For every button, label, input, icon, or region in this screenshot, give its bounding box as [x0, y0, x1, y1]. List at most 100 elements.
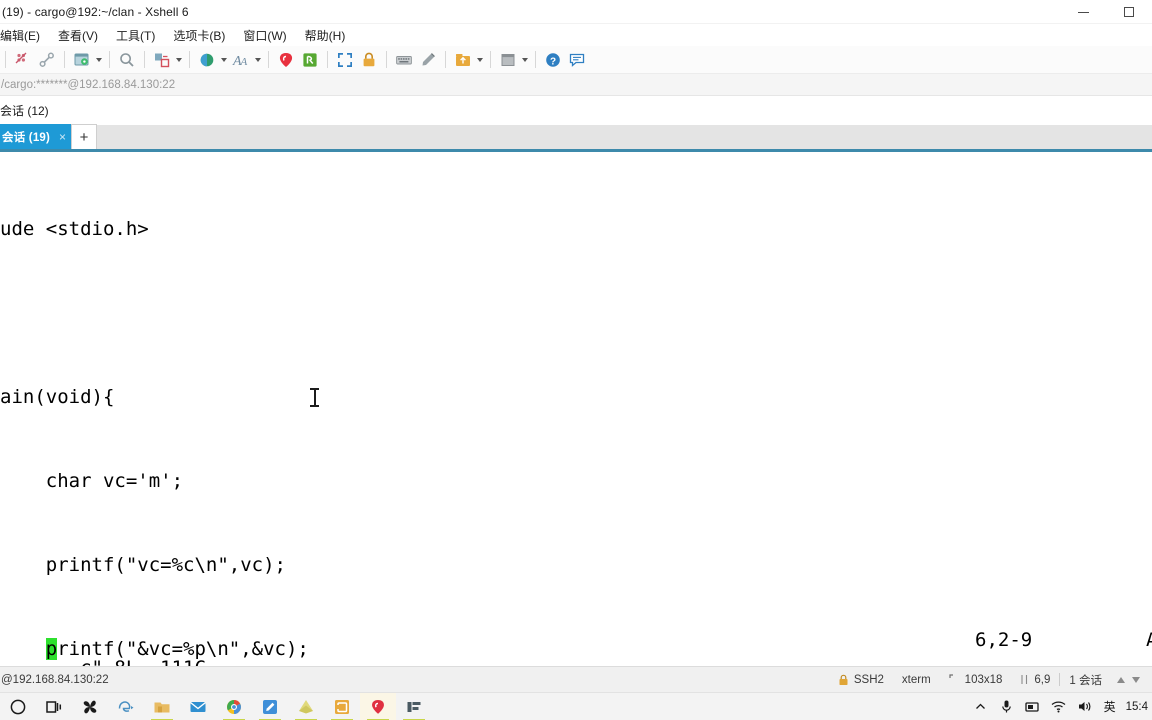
status-host: @192.168.84.130:22 [1, 673, 109, 686]
terminal-line: ude <stdio.h> [0, 218, 149, 240]
toolbar-separator [268, 51, 269, 68]
open-folder-button[interactable] [70, 48, 94, 72]
taskbar-app-notes[interactable] [288, 693, 324, 720]
toolbar: A A ? [0, 46, 1152, 74]
link-button[interactable] [35, 48, 59, 72]
tab-session-19[interactable]: 会话 (19) × [0, 124, 72, 149]
title-bar: (19) - cargo@192:~/clan - Xshell 6 [0, 0, 1152, 24]
transfer-dropdown-arrow[interactable] [176, 57, 182, 62]
wifi-icon [1051, 701, 1066, 713]
toolbar-separator [109, 51, 110, 68]
find-button[interactable] [115, 48, 139, 72]
tablet-mode-button[interactable] [1020, 693, 1046, 720]
clock[interactable]: 15:4 [1122, 701, 1148, 713]
note-icon [263, 699, 277, 714]
upload-button[interactable] [451, 48, 475, 72]
upload-icon [456, 53, 470, 66]
tab-bar: 会话 (19) × + [0, 124, 1152, 152]
windows-start-icon [10, 699, 26, 714]
status-right-group: SSH2 xterm 103x18 6,9 1 会话 [829, 672, 1152, 688]
vm-icon [335, 699, 349, 714]
font-dropdown-arrow[interactable] [255, 57, 261, 62]
taskbar-app-xshell[interactable] [360, 692, 396, 720]
taskbar-app-editor[interactable] [252, 693, 288, 720]
status-size: 103x18 [940, 674, 1012, 686]
toolbar-separator [327, 51, 328, 68]
status-scroll-arrows[interactable] [1111, 676, 1146, 683]
keyboard-button[interactable] [392, 48, 416, 72]
log-icon [279, 52, 293, 67]
globe-button[interactable] [195, 48, 219, 72]
address-bar[interactable]: /cargo:*******@192.168.84.130:22 [0, 74, 1152, 96]
layout-button[interactable] [496, 48, 520, 72]
taskbar-app-search[interactable] [72, 693, 108, 720]
menu-window[interactable]: 窗口(W) [234, 25, 295, 46]
highlight-button[interactable] [416, 48, 440, 72]
toolbar-separator [535, 51, 536, 68]
wifi-button[interactable] [1046, 693, 1072, 720]
taskbar-app-mail[interactable] [180, 693, 216, 720]
new-session-button[interactable] [11, 48, 35, 72]
terminal-line: char vc='m'; [0, 470, 184, 492]
chat-button[interactable] [565, 48, 589, 72]
chevron-down-icon[interactable] [1132, 676, 1140, 683]
svg-text:?: ? [550, 56, 556, 67]
menu-help[interactable]: 帮助(H) [296, 25, 355, 46]
taskbar-app-explorer[interactable] [144, 693, 180, 720]
taskbar-app-edge[interactable] [108, 693, 144, 720]
link-icon [39, 52, 54, 67]
new-tab-button[interactable]: + [71, 124, 98, 149]
microphone-button[interactable] [994, 693, 1020, 720]
maximize-button[interactable] [1106, 0, 1152, 24]
taskbar-app-vmware[interactable] [324, 693, 360, 720]
open-folder-dropdown-arrow[interactable] [96, 57, 102, 62]
microphone-icon [1002, 700, 1011, 713]
font-button[interactable]: A A [229, 48, 253, 72]
chevron-up-icon[interactable] [1117, 676, 1125, 683]
font-icon: A A [232, 54, 248, 69]
upload-dropdown-arrow[interactable] [477, 57, 483, 62]
open-folder-icon [74, 53, 89, 65]
highlight-icon [422, 52, 435, 65]
taskbar-app-chrome[interactable] [216, 693, 252, 720]
screen-size-icon [949, 674, 953, 678]
help-button[interactable]: ? [541, 48, 565, 72]
windows-taskbar: 英 15:4 [0, 692, 1152, 720]
show-hidden-icons-button[interactable] [968, 693, 994, 720]
start-button[interactable] [0, 693, 36, 720]
menu-tools[interactable]: 工具(T) [107, 25, 164, 46]
new-session-icon [15, 52, 27, 63]
edge-icon [118, 700, 134, 712]
fullscreen-icon [338, 52, 352, 67]
menu-view[interactable]: 查看(V) [49, 25, 107, 46]
svg-text:A: A [240, 56, 248, 68]
status-position-label: 6,9 [1034, 673, 1051, 686]
menu-edit[interactable]: 编辑(E) [0, 25, 49, 46]
fullscreen-button[interactable] [333, 48, 357, 72]
minimize-button[interactable] [1060, 0, 1106, 24]
transfer-button[interactable] [150, 48, 174, 72]
layout-dropdown-arrow[interactable] [522, 57, 528, 62]
toolbar-separator [386, 51, 387, 68]
paper-icon [299, 699, 313, 713]
lock-button[interactable] [357, 48, 381, 72]
xshell-icon [372, 699, 384, 714]
toolbar-separator [189, 51, 190, 68]
task-view-button[interactable] [36, 693, 72, 720]
ime-indicator[interactable]: 英 [1098, 698, 1122, 715]
taskbar-app-xftp[interactable] [396, 693, 432, 720]
terminal-area[interactable]: ude <stdio.h> ain(void){ char vc='m'; pr… [0, 155, 1152, 666]
script-button[interactable] [298, 48, 322, 72]
menu-tabs[interactable]: 选项卡(B) [164, 25, 234, 46]
speaker-button[interactable] [1072, 693, 1098, 720]
lock-icon [839, 674, 848, 685]
log-button[interactable] [274, 48, 298, 72]
session-panel-label: 会话 (12) [0, 104, 49, 118]
globe-dropdown-arrow[interactable] [221, 57, 227, 62]
status-term-type: xterm [901, 673, 931, 686]
toolbar-separator [490, 51, 491, 68]
maximize-icon [1124, 7, 1134, 17]
address-value[interactable]: /cargo:*******@192.168.84.130:22 [0, 79, 175, 91]
chrome-icon [227, 699, 241, 714]
close-icon[interactable]: × [59, 131, 66, 143]
